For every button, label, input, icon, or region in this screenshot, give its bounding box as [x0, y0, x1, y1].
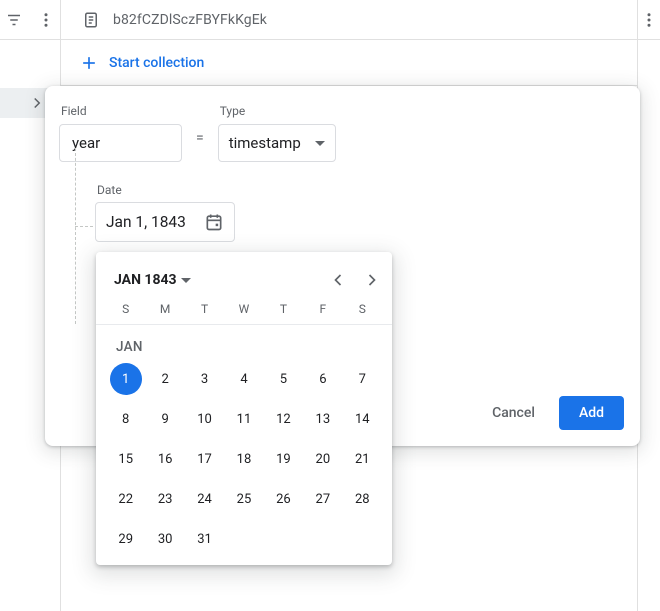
type-select-value: timestamp [229, 134, 301, 152]
calendar-title: JAN 1843 [114, 272, 177, 288]
start-collection-label: Start collection [109, 55, 204, 71]
calendar-day[interactable]: 2 [145, 363, 184, 395]
calendar-day[interactable]: 13 [303, 403, 342, 435]
calendar-day[interactable]: 17 [185, 443, 224, 475]
calendar-day[interactable]: 25 [224, 483, 263, 515]
calendar-day[interactable]: 15 [106, 443, 145, 475]
prev-month-button[interactable] [326, 268, 350, 292]
subheader-row: Start collection [0, 40, 660, 86]
plus-icon [79, 53, 99, 73]
date-input[interactable]: Jan 1, 1843 [95, 202, 235, 242]
calendar-day[interactable]: 21 [343, 443, 382, 475]
calendar-day[interactable]: 10 [185, 403, 224, 435]
calendar-day[interactable]: 1 [110, 363, 142, 395]
chevron-right-icon [362, 270, 382, 290]
calendar-day[interactable]: 26 [264, 483, 303, 515]
breadcrumb-toggle[interactable] [0, 88, 50, 118]
calendar-month-label: JAN [96, 325, 392, 359]
calendar-day[interactable]: 22 [106, 483, 145, 515]
dropdown-arrow-icon [315, 141, 325, 146]
calendar-dow: S [106, 302, 145, 316]
doc-header: b82fCZDlSczFBYFkKgEk [60, 0, 638, 39]
add-button[interactable]: Add [559, 396, 624, 430]
calendar-dow-row: SMTWTFS [96, 298, 392, 325]
next-month-button[interactable] [360, 268, 384, 292]
dropdown-arrow-icon [181, 278, 191, 283]
calendar-day[interactable]: 31 [185, 523, 224, 555]
calendar-day[interactable]: 29 [106, 523, 145, 555]
calendar-month-select[interactable]: JAN 1843 [114, 272, 191, 288]
calendar-day[interactable]: 14 [343, 403, 382, 435]
topbar: b82fCZDlSczFBYFkKgEk [0, 0, 660, 40]
calendar-day[interactable]: 24 [185, 483, 224, 515]
calendar-day[interactable]: 3 [185, 363, 224, 395]
calendar-day[interactable]: 19 [264, 443, 303, 475]
calendar-dow: S [343, 302, 382, 316]
calendar-popup: JAN 1843 SMTWTFS JAN 1234567891011121314… [96, 252, 392, 565]
field-name-input[interactable] [59, 124, 182, 162]
calendar-day[interactable]: 9 [145, 403, 184, 435]
cancel-button[interactable]: Cancel [482, 397, 545, 429]
calendar-day[interactable]: 28 [343, 483, 382, 515]
kebab-icon[interactable] [34, 8, 58, 32]
equals-sign: = [194, 130, 206, 146]
calendar-day[interactable]: 12 [264, 403, 303, 435]
calendar-dow: W [224, 302, 263, 316]
left-tools [0, 8, 60, 32]
calendar-day[interactable]: 27 [303, 483, 342, 515]
calendar-day[interactable]: 5 [264, 363, 303, 395]
filter-icon[interactable] [2, 8, 26, 32]
type-label: Type [218, 104, 336, 118]
field-label: Field [59, 104, 182, 118]
document-id: b82fCZDlSczFBYFkKgEk [113, 12, 267, 28]
start-collection-button[interactable]: Start collection [79, 53, 204, 73]
date-label: Date [95, 183, 122, 197]
chevron-right-icon [28, 94, 46, 112]
calendar-day[interactable]: 7 [343, 363, 382, 395]
calendar-day[interactable]: 16 [145, 443, 184, 475]
calendar-day[interactable]: 4 [224, 363, 263, 395]
calendar-day[interactable]: 11 [224, 403, 263, 435]
calendar-dow: T [185, 302, 224, 316]
calendar-day[interactable]: 18 [224, 443, 263, 475]
calendar-day[interactable]: 23 [145, 483, 184, 515]
document-icon [79, 8, 103, 32]
calendar-dow: M [145, 302, 184, 316]
kebab-icon[interactable] [638, 8, 660, 32]
calendar-dow: F [303, 302, 342, 316]
calendar-day[interactable]: 30 [145, 523, 184, 555]
calendar-icon[interactable] [202, 210, 226, 234]
chevron-left-icon [328, 270, 348, 290]
type-select[interactable]: timestamp [218, 124, 336, 162]
calendar-dow: T [264, 302, 303, 316]
calendar-days-grid: 1234567891011121314151617181920212223242… [96, 359, 392, 555]
calendar-day[interactable]: 20 [303, 443, 342, 475]
calendar-day[interactable]: 8 [106, 403, 145, 435]
calendar-day[interactable]: 6 [303, 363, 342, 395]
date-input-value: Jan 1, 1843 [106, 213, 186, 231]
